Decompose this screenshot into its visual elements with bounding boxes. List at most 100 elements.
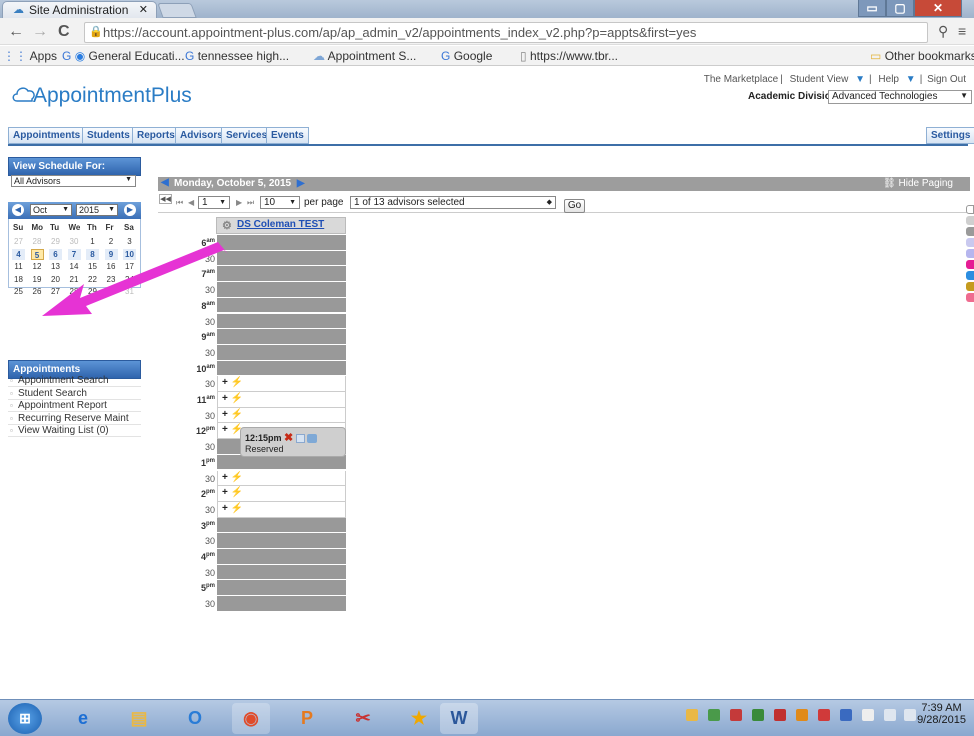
tab-advisors[interactable]: Advisors [175, 127, 228, 144]
logo-text: AppointmentPlus [33, 84, 192, 107]
advisor-select[interactable]: All Advisors ▼ [11, 175, 136, 187]
slot-controls[interactable]: + ⚡ [222, 503, 243, 514]
first-page-icon[interactable]: ⏮ [176, 198, 183, 208]
tab-close-icon[interactable]: ✕ [139, 3, 148, 16]
ie-icon[interactable]: e [64, 703, 102, 734]
appointment-link[interactable]: Appointment Report [8, 400, 141, 413]
gear-icon[interactable]: ⚙ [222, 219, 232, 232]
slot-controls[interactable]: + ⚡ [222, 487, 243, 498]
slot-controls[interactable]: + ⚡ [222, 377, 243, 388]
bookmark-tbr[interactable]: ▯ https://www.tbr... [520, 49, 618, 63]
snipping-tool-icon[interactable]: ✂ [344, 703, 382, 734]
next-day-icon[interactable]: ▶ [297, 178, 305, 189]
delete-icon[interactable]: ✖ [284, 432, 293, 444]
browser-tab[interactable]: ☁ Site Administration ✕ [2, 1, 157, 18]
calendar-day[interactable]: 4 [12, 248, 25, 260]
translate-icon[interactable]: ⚲ [938, 23, 948, 40]
advisor-column-header[interactable]: ⚙ DS Coleman TEST [216, 217, 346, 234]
calendar-icon[interactable] [295, 434, 305, 444]
appointment-link[interactable]: Recurring Reserve Maint [8, 413, 141, 425]
globe-icon: ◉ [74, 49, 86, 63]
per-page-select[interactable]: 10 ▼ [260, 196, 300, 209]
forward-icon[interactable]: → [32, 23, 48, 41]
chrome-icon[interactable]: ◉ [232, 703, 270, 734]
tray-icon[interactable] [730, 709, 742, 721]
minimize-button[interactable]: ▭ [858, 0, 886, 17]
division-select[interactable]: Advanced Technologies ▼ [828, 90, 972, 104]
close-window-button[interactable]: ✕ [914, 0, 962, 17]
hide-paging-link[interactable]: ⛓ Hide Paging [883, 178, 953, 189]
start-button[interactable]: ⊞ [8, 703, 42, 734]
calendar-day[interactable]: 11 [12, 261, 25, 272]
prev-month-icon[interactable]: ◀ [12, 204, 24, 216]
open-time-slot[interactable]: + ⚡ [217, 392, 346, 408]
appointment-link[interactable]: Student Search [8, 388, 141, 400]
flag-icon[interactable] [862, 709, 874, 721]
system-clock[interactable]: 7:39 AM 9/28/2015 [917, 702, 966, 726]
new-tab-button[interactable] [157, 3, 197, 18]
calendar-day[interactable]: 25 [12, 286, 25, 297]
slot-controls[interactable]: + ⚡ [222, 472, 243, 483]
year-select[interactable]: 2015 ▼ [76, 204, 118, 216]
marketplace-link[interactable]: The Marketplace [704, 74, 778, 85]
refresh-icon[interactable] [307, 434, 318, 444]
calendar-day[interactable]: 18 [12, 274, 25, 285]
prev-day-icon[interactable]: ◀ [161, 177, 169, 188]
tray-icon[interactable] [774, 709, 786, 721]
aim-icon[interactable]: ★ [400, 703, 438, 734]
tray-icon[interactable] [752, 709, 764, 721]
open-time-slot[interactable]: + ⚡ [217, 501, 346, 518]
other-bookmarks[interactable]: ▭ Other bookmarks [870, 49, 974, 63]
open-time-slot[interactable]: + ⚡ [217, 486, 346, 502]
month-select[interactable]: Oct ▼ [30, 204, 72, 216]
reload-icon[interactable]: C [58, 23, 70, 41]
tab-events[interactable]: Events [266, 127, 309, 144]
open-time-slot[interactable]: + ⚡ [217, 407, 346, 424]
explorer-icon[interactable]: ▤ [120, 703, 158, 734]
address-bar[interactable]: 🔒 https://account.appointment-plus.com/a… [84, 22, 928, 43]
network-icon[interactable] [884, 709, 896, 721]
go-button[interactable]: Go [564, 199, 585, 213]
presenter-icon[interactable]: P [288, 703, 326, 734]
volume-icon[interactable] [904, 709, 916, 721]
tray-icon[interactable] [796, 709, 808, 721]
appointment-block[interactable]: 12:15pm ✖ Reserved [240, 427, 346, 457]
settings-button[interactable]: Settings [926, 127, 974, 144]
student-view-link[interactable]: Student View ▼ [788, 74, 867, 85]
outlook-icon[interactable]: O [176, 703, 214, 734]
advisor-name-link[interactable]: DS Coleman TEST [237, 219, 324, 230]
bookmark-appointment[interactable]: ☁ Appointment S... [313, 49, 416, 63]
next-month-icon[interactable]: ▶ [124, 204, 136, 216]
bookmark-google[interactable]: G Google [441, 49, 492, 63]
appointment-link[interactable]: View Waiting List (0) [8, 425, 141, 438]
slot-controls[interactable]: + ⚡ [222, 393, 243, 404]
window-restore-button[interactable]: ▢ [886, 0, 914, 17]
tab-appointments[interactable]: Appointments [8, 127, 86, 144]
prev-page-icon[interactable]: ◀ [188, 198, 194, 207]
appointment-link[interactable]: Appointment Search [8, 375, 141, 387]
tab-students[interactable]: Students [82, 127, 135, 144]
back-icon[interactable]: ← [8, 23, 24, 41]
calendar-day[interactable]: 27 [12, 236, 25, 247]
help-link[interactable]: Help ▼ [876, 74, 917, 85]
tray-icon[interactable] [840, 709, 852, 721]
bookmark-apps[interactable]: ⋮⋮ Apps [3, 49, 57, 63]
tray-icon[interactable] [708, 709, 720, 721]
slot-controls[interactable]: + ⚡ [222, 409, 243, 420]
open-time-slot[interactable]: + ⚡ [217, 376, 346, 392]
tab-services[interactable]: Services [221, 127, 273, 144]
bookmark-general-education[interactable]: G ◉ General Educati... [62, 49, 185, 63]
word-icon[interactable]: W [440, 703, 478, 734]
next-page-icon[interactable]: ▶ [236, 198, 242, 207]
page-select[interactable]: 1 ▼ [198, 196, 230, 209]
menu-icon[interactable]: ≡ [958, 23, 966, 39]
tray-icon[interactable] [686, 709, 698, 721]
advisors-selected-select[interactable]: 1 of 13 advisors selected ◆ [350, 196, 556, 209]
tray-icon[interactable] [818, 709, 830, 721]
bookmark-tennessee[interactable]: G tennessee high... [185, 49, 289, 63]
sign-out-link[interactable]: Sign Out [927, 74, 966, 85]
appointment-status: Reserved [245, 444, 284, 454]
last-page-icon[interactable]: ⏭ [247, 198, 254, 208]
open-time-slot[interactable]: + ⚡ [217, 470, 346, 487]
tab-reports[interactable]: Reports [132, 127, 180, 144]
